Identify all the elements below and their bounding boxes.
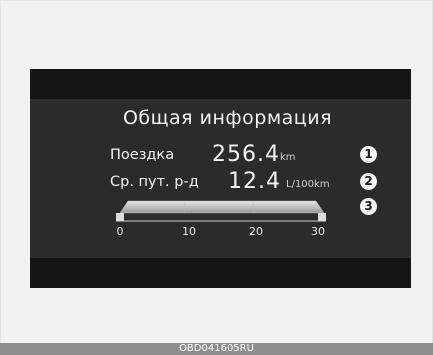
cluster-display: Общая информация Поездка 256.4 km 1 Ср. … xyxy=(30,69,411,288)
gauge-left-cap xyxy=(116,213,124,221)
avg-consumption-unit: L/100km xyxy=(286,179,330,190)
display-bottom-band xyxy=(30,258,411,288)
gauge-tick-0: 0 xyxy=(116,225,124,238)
avg-consumption-value: 12.4 xyxy=(228,169,281,194)
callout-badge-1: 1 xyxy=(360,146,377,163)
avg-consumption-row: Ср. пут. р-д 12.4 L/100km 2 xyxy=(30,169,411,196)
callout-badge-2: 2 xyxy=(360,173,377,190)
consumption-gauge: 0 10 20 30 xyxy=(112,197,332,241)
trip-value: 256.4 xyxy=(212,142,280,167)
gauge-tick-20: 20 xyxy=(249,225,263,238)
avg-consumption-label: Ср. пут. р-д xyxy=(110,174,199,190)
display-title: Общая информация xyxy=(122,107,333,129)
gauge-bar xyxy=(116,200,326,222)
trip-unit: km xyxy=(280,152,296,163)
gauge-tick-10: 10 xyxy=(182,225,196,238)
display-top-band xyxy=(30,69,411,99)
trip-row: Поездка 256.4 km 1 xyxy=(30,142,411,169)
gauge-fill xyxy=(119,200,325,214)
figure-code-caption: OBD041605RU xyxy=(0,343,433,355)
trip-label: Поездка xyxy=(110,147,175,163)
callout-badge-3: 3 xyxy=(360,198,377,215)
gauge-tick-30: 30 xyxy=(311,225,325,238)
gauge-right-cap xyxy=(318,213,326,221)
